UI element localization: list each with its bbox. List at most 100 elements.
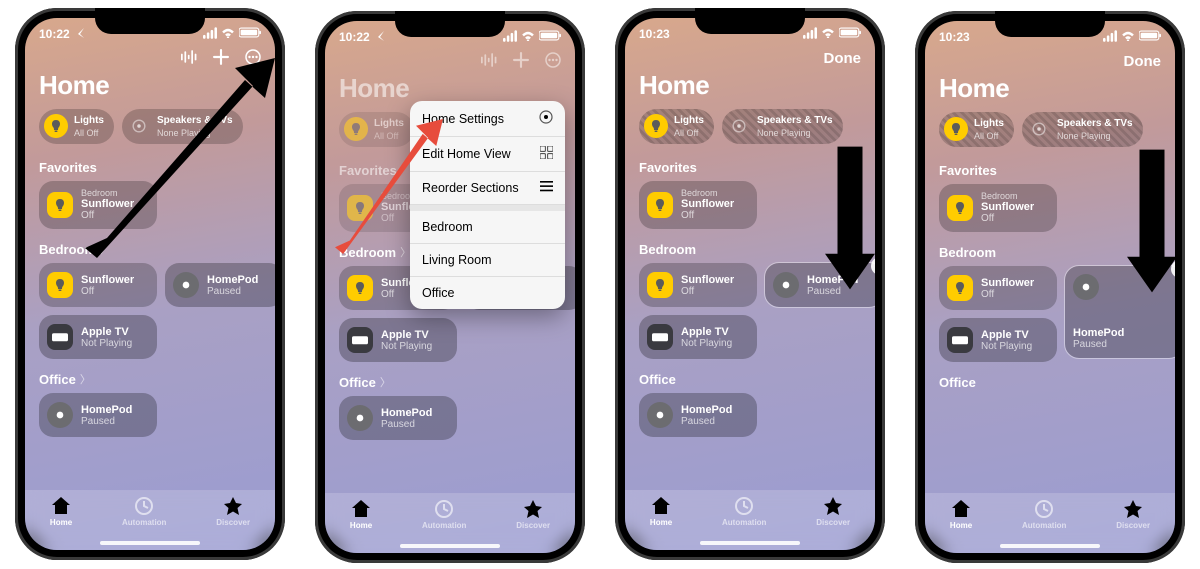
- tab-discover[interactable]: Discover: [816, 496, 850, 527]
- tile-bedroom-homepod[interactable]: HomePodPaused: [765, 263, 875, 307]
- tile-name: Sunflower: [981, 201, 1034, 213]
- tab-home-label: Home: [650, 518, 672, 527]
- home-indicator[interactable]: [100, 541, 200, 545]
- tab-automation[interactable]: Automation: [722, 496, 766, 527]
- status-time: 10:22: [339, 30, 370, 44]
- resize-handle-icon[interactable]: [1171, 260, 1175, 278]
- chip-lights[interactable]: LightsAll Off: [39, 109, 114, 144]
- menu-item-label: Office: [422, 286, 454, 300]
- tile-bedroom-appletv[interactable]: Apple TVNot Playing: [639, 315, 757, 359]
- chip-lights[interactable]: LightsAll Off: [939, 112, 1014, 147]
- home-indicator[interactable]: [1000, 544, 1100, 548]
- notch: [395, 11, 505, 37]
- tile-bedroom-appletv[interactable]: Apple TVNot Playing: [339, 318, 457, 362]
- home-indicator[interactable]: [400, 544, 500, 548]
- menu-room-office[interactable]: Office: [410, 277, 565, 309]
- tile-bedroom-sunflower[interactable]: SunflowerOff: [939, 266, 1057, 310]
- chip-lights[interactable]: Lights All Off: [339, 112, 414, 147]
- chip-lights[interactable]: LightsAll Off: [639, 109, 714, 144]
- chip-speakers-label: Speakers & TVs: [757, 115, 833, 126]
- tab-discover-label: Discover: [816, 518, 850, 527]
- tile-bedroom-appletv[interactable]: Apple TVNot Playing: [939, 318, 1057, 362]
- section-office-header[interactable]: Office〉: [39, 371, 261, 387]
- tile-sub: Not Playing: [381, 341, 432, 352]
- phone-step-2: 10:22 Home LightsAll Off Favorites: [315, 11, 585, 563]
- menu-edit-home-view[interactable]: Edit Home View: [410, 137, 565, 172]
- add-icon[interactable]: [513, 52, 529, 71]
- lightbulb-icon: [344, 117, 368, 141]
- tile-favorites-sunflower[interactable]: BedroomSunflowerOff: [39, 181, 157, 230]
- tile-bedroom-homepod[interactable]: HomePodPaused: [165, 263, 275, 307]
- phone-step-4: 10:23 Done Home LightsAll Off Speakers &…: [915, 11, 1185, 563]
- done-button[interactable]: Done: [1124, 53, 1162, 70]
- tile-favorites-sunflower[interactable]: BedroomSunflowerOff: [639, 181, 757, 230]
- tile-sub: Paused: [1073, 339, 1124, 350]
- chip-speakers[interactable]: Speakers & TVsNone Playing: [122, 109, 243, 144]
- page-title: Home: [925, 73, 1175, 112]
- tab-automation-label: Automation: [122, 518, 166, 527]
- tab-automation[interactable]: Automation: [122, 496, 166, 527]
- tab-automation-label: Automation: [422, 521, 466, 530]
- announce-icon[interactable]: [181, 49, 197, 68]
- tile-sub: Paused: [207, 286, 258, 297]
- add-icon[interactable]: [213, 49, 229, 68]
- lightbulb-icon: [644, 114, 668, 138]
- tab-home[interactable]: Home: [350, 499, 372, 530]
- more-icon[interactable]: [245, 49, 261, 68]
- menu-reorder-sections[interactable]: Reorder Sections: [410, 172, 565, 205]
- tile-over: Bedroom: [981, 192, 1034, 202]
- menu-item-label: Home Settings: [422, 112, 504, 126]
- home-indicator[interactable]: [700, 541, 800, 545]
- tab-home[interactable]: Home: [50, 496, 72, 527]
- tile-sub: Not Playing: [981, 341, 1032, 352]
- lightbulb-icon: [347, 275, 373, 301]
- tile-name: Sunflower: [81, 274, 134, 286]
- tab-home[interactable]: Home: [950, 499, 972, 530]
- tile-bedroom-sunflower[interactable]: SunflowerOff: [639, 263, 757, 307]
- appletv-icon: [347, 327, 373, 353]
- section-favorites-label: Favorites: [939, 163, 997, 178]
- nav-bar: Done: [925, 47, 1175, 73]
- tile-name: HomePod: [381, 407, 432, 419]
- tab-bar: Home Automation Discover: [625, 490, 875, 550]
- tab-home[interactable]: Home: [650, 496, 672, 527]
- appletv-icon: [47, 324, 73, 350]
- tile-name: HomePod: [1073, 327, 1124, 339]
- tab-discover[interactable]: Discover: [1116, 499, 1150, 530]
- menu-room-living-room[interactable]: Living Room: [410, 244, 565, 277]
- menu-room-bedroom[interactable]: Bedroom: [410, 211, 565, 244]
- tile-office-homepod[interactable]: HomePodPaused: [39, 393, 157, 437]
- section-office: Office〉 HomePodPaused: [325, 374, 575, 446]
- done-button[interactable]: Done: [824, 50, 862, 67]
- more-icon[interactable]: [545, 52, 561, 71]
- location-icon: [74, 27, 84, 41]
- menu-home-settings[interactable]: Home Settings: [410, 101, 565, 137]
- tile-bedroom-homepod-large[interactable]: HomePodPaused: [1065, 266, 1175, 358]
- chip-speakers[interactable]: Speakers & TVsNone Playing: [722, 109, 843, 144]
- tile-bedroom-sunflower[interactable]: SunflowerOff: [39, 263, 157, 307]
- chip-lights-label: Lights: [374, 118, 404, 129]
- resize-handle-icon[interactable]: [871, 257, 875, 275]
- tile-sub: Off: [81, 286, 134, 297]
- signal-icon: [503, 29, 517, 45]
- tile-office-homepod[interactable]: HomePodPaused: [639, 393, 757, 437]
- nav-bar: Done: [625, 44, 875, 70]
- speaker-icon: [1027, 117, 1051, 141]
- tile-name: Apple TV: [981, 329, 1032, 341]
- tab-discover[interactable]: Discover: [516, 499, 550, 530]
- tile-sub: Paused: [381, 419, 432, 430]
- chip-lights-sub: All Off: [374, 131, 398, 141]
- tab-discover[interactable]: Discover: [216, 496, 250, 527]
- tab-automation[interactable]: Automation: [422, 499, 466, 530]
- tile-bedroom-appletv[interactable]: Apple TVNot Playing: [39, 315, 157, 359]
- lightbulb-icon: [647, 272, 673, 298]
- tile-favorites-sunflower[interactable]: BedroomSunflowerOff: [939, 184, 1057, 233]
- tab-automation[interactable]: Automation: [1022, 499, 1066, 530]
- section-office-header[interactable]: Office〉: [339, 374, 561, 390]
- phone-step-1: 10:22 Home LightsAll Off Speakers & TVsN…: [15, 8, 285, 560]
- signal-icon: [203, 26, 217, 42]
- section-bedroom-header[interactable]: Bedroom〉: [39, 241, 261, 257]
- tile-office-homepod[interactable]: HomePodPaused: [339, 396, 457, 440]
- chip-speakers[interactable]: Speakers & TVsNone Playing: [1022, 112, 1143, 147]
- announce-icon[interactable]: [481, 52, 497, 71]
